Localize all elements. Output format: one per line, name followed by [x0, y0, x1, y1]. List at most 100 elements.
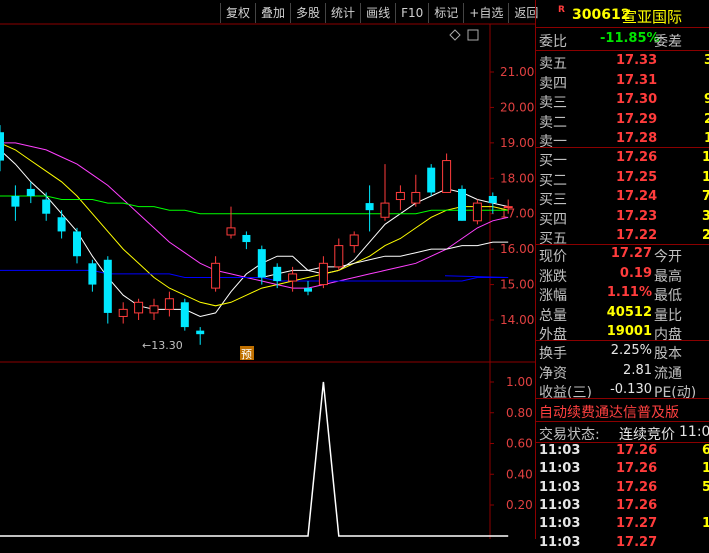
candle-body[interactable] [427, 167, 436, 193]
toolbar-button-7[interactable]: +自选 [463, 3, 508, 23]
candle-body[interactable] [257, 249, 266, 278]
candle-body[interactable] [180, 302, 189, 328]
toolbar-button-5[interactable]: F10 [395, 3, 428, 23]
bid-row: 买一 17.26 1 [536, 149, 709, 169]
fin-value: -0.130 [610, 382, 652, 397]
tick-time: 11:03 [539, 461, 581, 477]
candle-body[interactable] [349, 234, 359, 247]
stat-label: 涨跌 [539, 268, 567, 285]
candle-body[interactable] [242, 234, 251, 243]
candle-body[interactable] [164, 298, 174, 310]
tick-time: 11:03 [539, 479, 581, 495]
toolbar-button-4[interactable]: 画线 [360, 3, 395, 23]
candle-body[interactable] [134, 301, 144, 314]
bid-row: 买二 17.25 12 [536, 169, 709, 189]
candle-body[interactable] [88, 263, 97, 285]
divider-asks [536, 147, 709, 148]
tick-row: 11:03 17.26 1 [536, 460, 709, 479]
tick-volume: 1 [702, 516, 709, 532]
ask-price: 17.30 [616, 92, 658, 107]
indicator-line [0, 381, 509, 537]
candle-body[interactable] [288, 273, 298, 282]
price-axis-label-6: 15.00 [500, 278, 534, 292]
fin-label-2: PE(动) [654, 385, 697, 401]
ask-volume: 2 [704, 111, 709, 127]
candle-body[interactable] [0, 132, 4, 161]
toolbar-button-6[interactable]: 标记 [428, 3, 463, 23]
stock-name[interactable]: 宣亚国际 [622, 6, 682, 27]
ask-row: 卖三 17.30 9 [536, 91, 709, 111]
bid-price: 17.22 [616, 228, 658, 243]
kline-chart[interactable]: 21.00 20.00 19.00 18.00 17.00 16.00 15.00 14.00… [0, 0, 535, 539]
candle-body[interactable] [211, 262, 221, 289]
stat-label-2: 今开 [654, 249, 682, 265]
ma-line-ma30 [0, 195, 509, 215]
candle-body[interactable] [458, 188, 466, 221]
candle-body[interactable] [304, 288, 312, 292]
window-icon[interactable] [467, 29, 479, 41]
ask-row: 卖四 17.31 [536, 72, 709, 92]
notice-row: 自动续费通达信普及版 [536, 401, 709, 421]
candle-body[interactable] [149, 305, 159, 314]
fin-label: 收益(三) [539, 385, 592, 401]
bid-volume: 1 [702, 150, 709, 165]
candle-body[interactable] [118, 308, 128, 317]
candle-body[interactable] [26, 188, 35, 196]
toolbar-button-2[interactable]: 多股 [290, 3, 325, 23]
bid-volume: 2 [702, 228, 709, 243]
fin-row: 换手 2.25% 股本 [536, 342, 709, 362]
candle-body[interactable] [488, 196, 497, 204]
candle-body[interactable] [42, 199, 51, 214]
tick-row: 11:03 17.26 5 [536, 479, 709, 498]
stat-value: 1.11% [606, 285, 652, 300]
ask-label: 卖五 [539, 56, 567, 72]
candle-body[interactable] [57, 217, 66, 232]
candle-body[interactable] [395, 191, 405, 201]
price-axis-label-4: 17.00 [500, 207, 534, 221]
candle-body[interactable] [11, 196, 20, 207]
candle-body[interactable] [503, 206, 513, 209]
tick-time: 11:03 [539, 516, 581, 532]
candle-body[interactable] [226, 227, 236, 236]
bid-price: 17.24 [616, 189, 658, 204]
bid-price: 17.23 [616, 208, 658, 224]
candle-body[interactable] [380, 202, 390, 218]
candle-body[interactable] [196, 330, 205, 335]
stat-value: 19001 [606, 324, 652, 339]
stat-row: 现价 17.27 今开 [536, 245, 709, 265]
candle-body[interactable] [73, 231, 81, 257]
stat-row: 涨跌 0.19 最高 [536, 265, 709, 285]
toolbar: 复权 叠加 多股 统计 画线 F10 标记 +自选 返回 [220, 3, 543, 23]
toolbar-button-1[interactable]: 叠加 [255, 3, 290, 23]
bid-row: 买四 17.23 3 [536, 208, 709, 228]
fin-value: 2.25% [610, 343, 652, 358]
notice-text: 自动续费通达信普及版 [539, 405, 679, 421]
candle-body[interactable] [472, 202, 482, 222]
candle-body[interactable] [318, 262, 328, 286]
fin-row: 净资 2.81 流通 [536, 362, 709, 382]
tick-price: 17.27 [616, 516, 658, 532]
candle-body[interactable] [273, 266, 282, 282]
bid-label: 买四 [539, 211, 567, 228]
pre-badge[interactable]: 预 [241, 348, 252, 361]
ask-label: 卖二 [539, 114, 567, 131]
stat-value: 17.27 [610, 246, 652, 261]
candle-body[interactable] [103, 259, 112, 313]
tick-time: 11:03 [539, 443, 581, 458]
stat-row: 总量 40512 量比 [536, 304, 709, 324]
fin-value: 2.81 [623, 362, 652, 378]
candle-body[interactable] [334, 245, 344, 268]
candle-body[interactable] [442, 160, 452, 193]
toolbar-button-0[interactable]: 复权 [220, 3, 255, 23]
divider-weibi [536, 50, 709, 51]
bid-volume: 7 [702, 189, 709, 204]
toolbar-button-3[interactable]: 统计 [325, 3, 360, 23]
stat-label: 总量 [539, 307, 567, 324]
candle-body[interactable] [365, 203, 374, 211]
stat-label: 涨幅 [539, 288, 567, 304]
chart-area[interactable]: 21.00 20.00 19.00 18.00 17.00 16.00 15.00 14.00… [0, 0, 538, 539]
indicator-axis-label-1: 0.80 [506, 406, 533, 420]
indicator-axis-label-4: 0.20 [506, 498, 533, 512]
candle-body[interactable] [411, 191, 421, 204]
diamond-icon[interactable] [449, 29, 461, 41]
